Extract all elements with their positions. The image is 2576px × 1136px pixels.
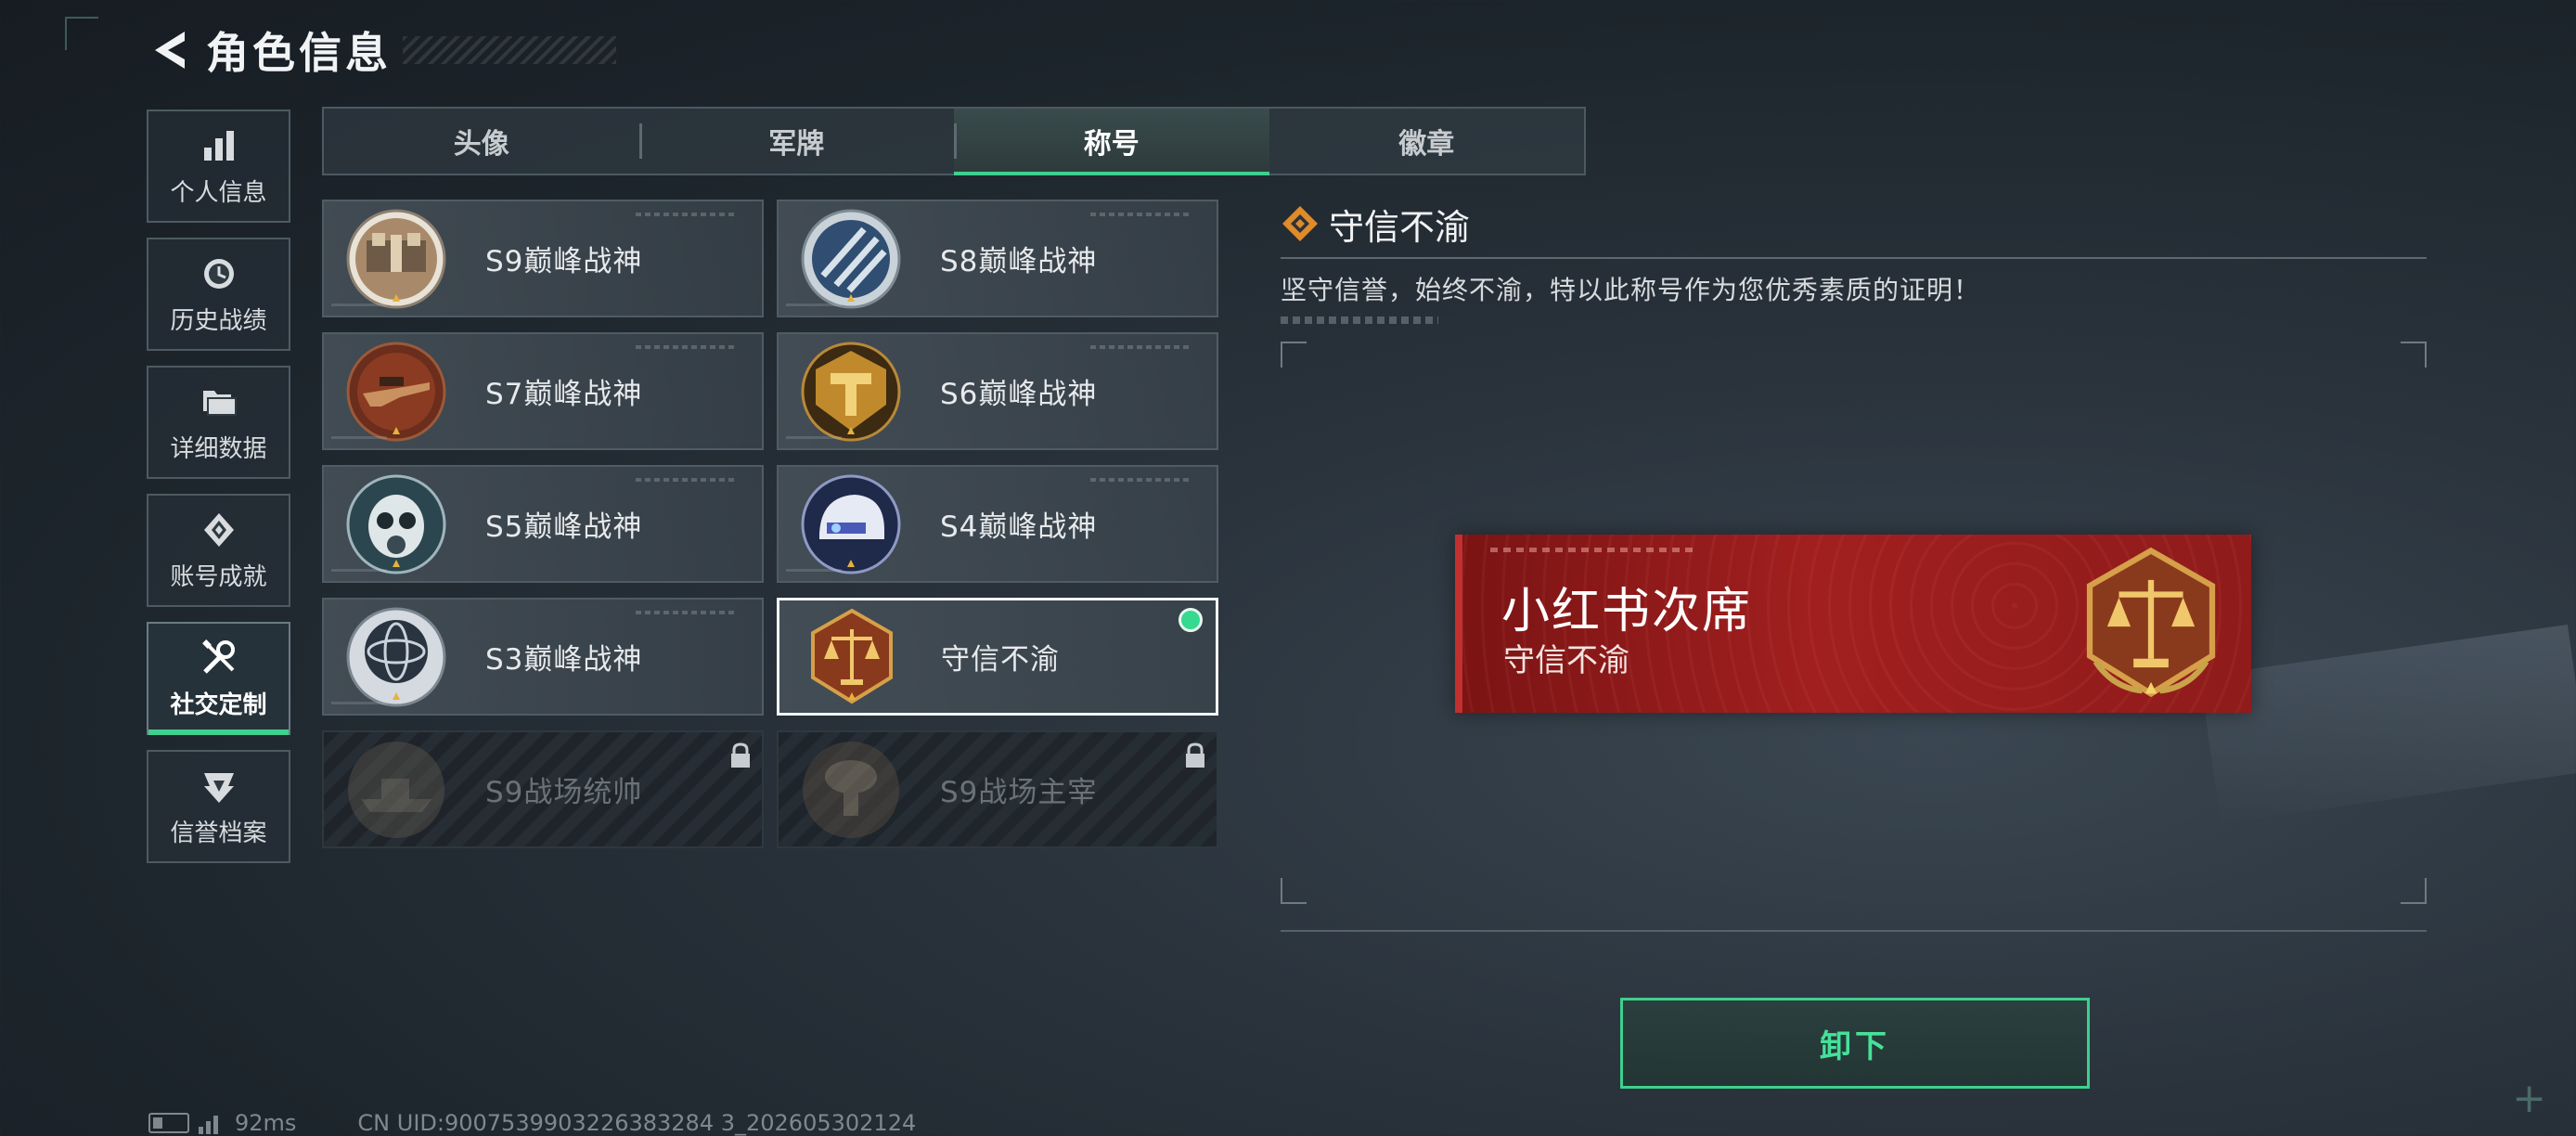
fortress-medal-icon <box>346 209 446 308</box>
detail-description: 坚守信誉，始终不渝，特以此称号作为您优秀素质的证明！ <box>1281 275 1981 305</box>
title-card[interactable]: S4巅峰战神 <box>777 465 1218 583</box>
nav-item-achievements[interactable]: 账号成就 <box>147 494 290 607</box>
nav-label: 信誉档案 <box>170 819 267 847</box>
diamond-emblem-icon <box>1282 206 1318 241</box>
title-card[interactable]: S3巅峰战神 <box>322 598 764 716</box>
unequip-button[interactable]: 卸下 <box>1620 998 2090 1089</box>
tools-icon <box>199 638 239 678</box>
battery-icon <box>148 1113 189 1133</box>
title-card[interactable]: S7巅峰战神 <box>322 332 764 450</box>
title-label: S9战场统帅 <box>485 776 643 809</box>
tab-badge[interactable]: 徽章 <box>1269 109 1585 174</box>
scales-medal-icon <box>811 608 893 704</box>
nav-item-credit-record[interactable]: 信誉档案 <box>147 750 290 863</box>
nav-label: 详细数据 <box>170 434 267 463</box>
title-card[interactable]: S6巅峰战神 <box>777 332 1218 450</box>
description-decoration <box>1281 316 1438 324</box>
globe-stripes-medal-icon <box>801 209 901 308</box>
crosshair-plus-icon: + <box>2512 1075 2546 1122</box>
side-nav: 个人信息 历史战绩 详细数据 账号成就 社交定制 信誉档案 <box>147 110 290 878</box>
title-card[interactable]: S9巅峰战神 <box>322 200 764 317</box>
tab-avatar[interactable]: 头像 <box>324 109 639 174</box>
page-header: 角色信息 <box>147 20 616 80</box>
achievement-icon <box>199 510 239 550</box>
nameplate-preview: 小红书次席 守信不渝 <box>1455 535 2251 713</box>
title-card-locked[interactable]: S9战场统帅 <box>322 730 764 848</box>
title-label: S4巅峰战神 <box>940 510 1098 544</box>
nav-label: 账号成就 <box>170 562 267 591</box>
title-label: S6巅峰战神 <box>940 378 1098 411</box>
lock-icon <box>1186 742 1204 768</box>
title-label: S9战场主宰 <box>940 776 1098 809</box>
nav-label: 历史战绩 <box>170 306 267 335</box>
shield-emblem-icon <box>199 766 239 807</box>
back-arrow-icon[interactable] <box>147 26 189 74</box>
rifle-medal-icon <box>346 342 446 441</box>
status-bar: 92ms CN UID:9007539903226383284 3_202605… <box>148 1110 916 1136</box>
nav-item-history[interactable]: 历史战绩 <box>147 238 290 351</box>
title-label: 守信不渝 <box>941 643 1060 677</box>
divider <box>1281 930 2427 932</box>
helmet-medal-icon <box>801 474 901 574</box>
lock-icon <box>731 742 750 768</box>
title-detail-panel: 守信不渝 坚守信誉，始终不渝，特以此称号作为您优秀素质的证明！ <box>1281 200 2427 324</box>
title-card[interactable]: S5巅峰战神 <box>322 465 764 583</box>
nav-item-social-custom[interactable]: 社交定制 <box>147 622 290 735</box>
gasmask-medal-icon <box>346 474 446 574</box>
detail-title: 守信不渝 <box>1329 206 1471 248</box>
signal-icon <box>199 1112 218 1134</box>
corner-frame-mark <box>65 17 98 50</box>
title-card-locked[interactable]: S9战场主宰 <box>777 730 1218 848</box>
nav-item-detailed-data[interactable]: 详细数据 <box>147 366 290 479</box>
armillary-medal-icon <box>346 607 446 706</box>
ping-value: 92ms <box>235 1110 297 1136</box>
tab-dogtag[interactable]: 军牌 <box>638 109 955 174</box>
equipped-indicator <box>1179 608 1203 632</box>
nameplate-title: 守信不渝 <box>1503 642 1629 679</box>
page-title: 角色信息 <box>206 28 392 78</box>
title-card-selected[interactable]: 守信不渝 <box>777 598 1218 716</box>
tab-title[interactable]: 称号 <box>954 109 1269 175</box>
title-label: S9巅峰战神 <box>485 245 643 278</box>
title-label: S7巅峰战神 <box>485 378 643 411</box>
history-clock-icon <box>199 253 239 294</box>
title-label: S3巅峰战神 <box>485 643 643 677</box>
title-label: S5巅峰战神 <box>485 510 643 544</box>
divider <box>1281 257 2427 259</box>
category-tabs: 头像 军牌 称号 徽章 <box>322 107 1586 175</box>
nameplate-player-name: 小红书次席 <box>1501 584 1753 639</box>
mushroom-cloud-medal-icon <box>803 741 899 838</box>
nav-label: 社交定制 <box>170 691 267 719</box>
title-label: S8巅峰战神 <box>940 245 1098 278</box>
bar-chart-icon <box>199 125 239 166</box>
title-decoration <box>403 36 616 64</box>
scales-medal-icon <box>2086 547 2216 698</box>
nav-item-personal-info[interactable]: 个人信息 <box>147 110 290 223</box>
nav-label: 个人信息 <box>170 178 267 207</box>
folder-icon <box>199 381 239 422</box>
title-card[interactable]: S8巅峰战神 <box>777 200 1218 317</box>
gold-t-medal-icon <box>801 342 901 441</box>
warship-medal-icon <box>348 741 444 838</box>
player-uid: CN UID:9007539903226383284 3_20260530212… <box>357 1110 917 1136</box>
